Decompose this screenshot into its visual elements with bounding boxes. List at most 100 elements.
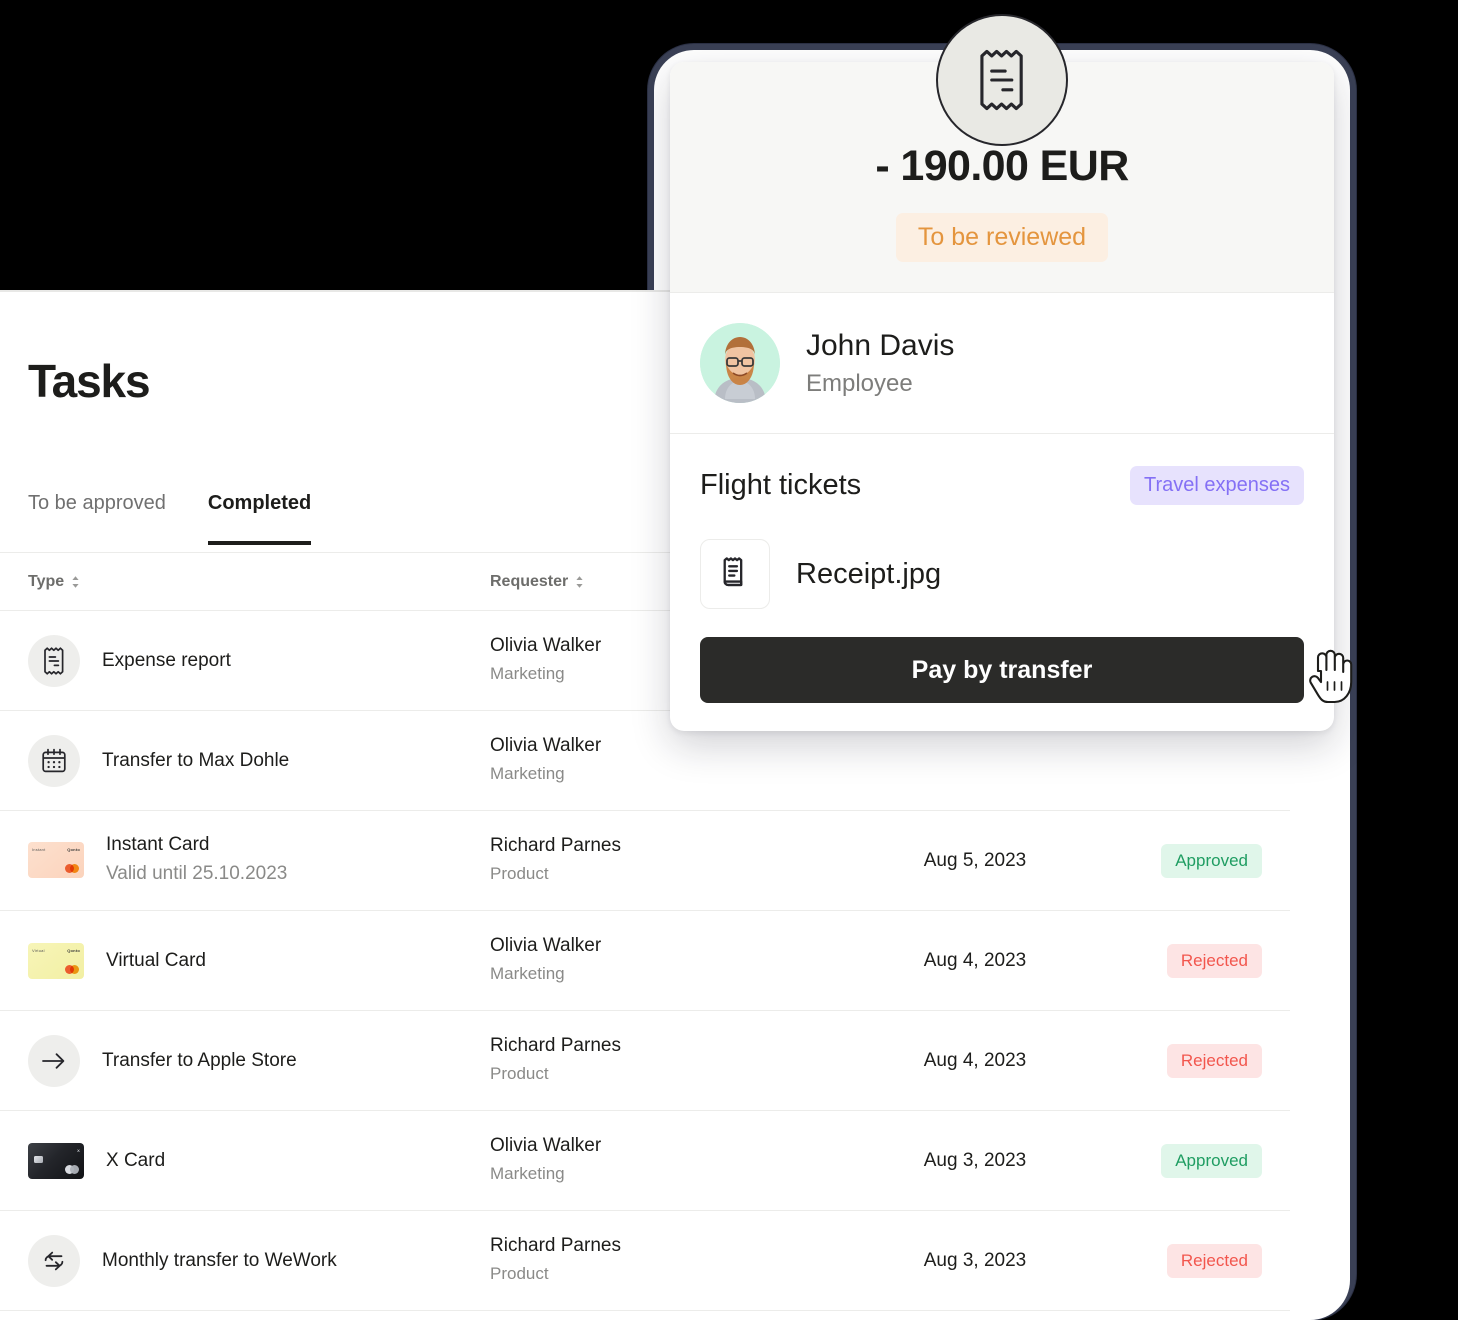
row-type-text: Expense report (102, 649, 231, 673)
row-type-cell: X X Card (28, 1142, 490, 1179)
table-row[interactable]: X X Card Olivia Walker Marketing Aug 3, … (0, 1111, 1290, 1211)
requester-info: John Davis Employee (806, 328, 954, 398)
document-icon (700, 539, 770, 609)
tabs-bar: To be approved Completed (28, 492, 312, 545)
row-date: Aug 4, 2023 (923, 949, 1027, 971)
row-requester-cell: Richard Parnes Product (490, 835, 830, 886)
receipt-icon (936, 14, 1068, 146)
row-type-title: Virtual Card (106, 949, 206, 971)
row-type-cell: Transfer to Apple Store (28, 1034, 490, 1087)
popup-body: Flight tickets Travel expenses Receipt.j… (670, 434, 1353, 731)
category-tag: Travel expenses (1130, 466, 1304, 505)
instant-card-thumbnail: Instant Qonto (28, 842, 84, 879)
column-header-requester-label: Requester (490, 572, 569, 590)
row-status-cell: Rejected (1120, 1243, 1262, 1278)
row-type-text: Transfer to Max Dohle (102, 749, 289, 773)
expense-title: Flight tickets (700, 469, 862, 501)
row-requester-team: Marketing (490, 1163, 565, 1183)
requester-name: John Davis (806, 329, 955, 362)
row-status-cell: Rejected (1120, 1043, 1262, 1078)
row-requester-name: Richard Parnes (490, 834, 621, 856)
expense-header: Flight tickets Travel expenses (700, 466, 1304, 505)
status-badge: Rejected (1166, 943, 1262, 978)
row-date: Aug 3, 2023 (923, 1149, 1027, 1171)
card-chip (34, 1155, 43, 1163)
card-brand-label: X (77, 1147, 80, 1153)
row-requester-team: Marketing (490, 963, 565, 983)
row-type-cell: Virtual Qonto Virtual Card (28, 942, 490, 979)
card-left-label: Virtual (32, 947, 45, 953)
popup-header: - 190.00 EUR To be reviewed (670, 14, 1334, 292)
expense-detail-popup: - 190.00 EUR To be reviewed John Davis E… (670, 14, 1353, 731)
requester-section: John Davis Employee (670, 292, 1334, 434)
status-badge: Approved (1161, 1143, 1262, 1178)
row-date: Aug 4, 2023 (923, 1049, 1027, 1071)
row-requester-name: Richard Parnes (490, 1234, 621, 1256)
tab-to-be-approved[interactable]: To be approved (28, 492, 166, 545)
column-header-type-label: Type (28, 572, 65, 590)
attachment-row[interactable]: Receipt.jpg (700, 539, 1304, 609)
receipt-icon (28, 634, 80, 687)
row-requester-cell: Olivia Walker Marketing (490, 1135, 830, 1186)
row-status-cell: Approved (1120, 1143, 1262, 1178)
attachment-name: Receipt.jpg (796, 557, 942, 590)
row-type-title: Transfer to Apple Store (102, 1049, 297, 1071)
row-requester-team: Product (490, 863, 549, 883)
sort-icon[interactable] (575, 575, 584, 589)
avatar (700, 323, 780, 403)
row-type-cell: Transfer to Max Dohle (28, 734, 490, 787)
sort-icon[interactable] (71, 575, 80, 589)
column-header-type[interactable]: Type (28, 573, 490, 591)
status-badge: Approved (1161, 843, 1262, 878)
row-type-cell: Expense report (28, 634, 490, 687)
row-requester-team: Product (490, 1263, 549, 1283)
page-title: Tasks (28, 355, 151, 407)
arrow-right-icon (28, 1034, 80, 1087)
row-type-subtitle: Valid until 25.10.2023 (106, 863, 288, 885)
row-date: Aug 3, 2023 (923, 1249, 1027, 1271)
pay-by-transfer-button[interactable]: Pay by transfer (700, 637, 1304, 703)
row-requester-cell: Richard Parnes Product (490, 1035, 830, 1086)
screenshot-root: Tasks To be approved Completed Type Requ… (0, 0, 1458, 1320)
row-type-cell: Instant Qonto Instant Card Valid until 2… (28, 833, 490, 887)
card-brand-label: Qonto (67, 947, 80, 953)
x-card-thumbnail: X (28, 1142, 84, 1179)
table-row[interactable]: Virtual Qonto Virtual Card Olivia Walker… (0, 911, 1290, 1011)
table-row[interactable]: Monthly transfer to WeWork Richard Parne… (0, 1211, 1290, 1311)
row-type-title: Transfer to Max Dohle (102, 749, 290, 771)
row-requester-name: Richard Parnes (490, 1034, 621, 1056)
row-requester-team: Marketing (490, 763, 565, 783)
row-requester-team: Product (490, 1063, 549, 1083)
row-requester-name: Olivia Walker (490, 1134, 602, 1156)
row-date: Aug 5, 2023 (923, 849, 1027, 871)
row-type-cell: Monthly transfer to WeWork (28, 1234, 490, 1287)
row-type-text: Monthly transfer to WeWork (102, 1249, 337, 1273)
row-requester-cell: Olivia Walker Marketing (490, 735, 830, 786)
row-status-cell: Rejected (1120, 943, 1262, 978)
row-type-title: Instant Card (106, 834, 210, 856)
status-badge: Rejected (1166, 1043, 1262, 1078)
table-row[interactable]: Instant Qonto Instant Card Valid until 2… (0, 811, 1290, 911)
row-requester-name: Olivia Walker (490, 734, 602, 756)
mastercard-logo (65, 864, 79, 874)
status-badge: To be reviewed (895, 213, 1109, 262)
table-row[interactable]: Transfer to Apple Store Richard Parnes P… (0, 1011, 1290, 1111)
row-requester-name: Olivia Walker (490, 934, 602, 956)
virtual-card-thumbnail: Virtual Qonto (28, 942, 84, 979)
row-type-text: Virtual Card (106, 949, 206, 973)
row-requester-cell: Olivia Walker Marketing (490, 935, 830, 986)
tab-completed[interactable]: Completed (207, 492, 312, 545)
row-type-title: Monthly transfer to WeWork (102, 1249, 337, 1271)
requester-role: Employee (806, 370, 913, 397)
row-status-cell: Approved (1120, 843, 1262, 878)
recurring-transfer-icon (28, 1234, 80, 1287)
mastercard-logo (65, 964, 79, 974)
row-requester-cell: Richard Parnes Product (490, 1235, 830, 1286)
row-type-title: X Card (106, 1149, 166, 1171)
row-type-text: Transfer to Apple Store (102, 1049, 297, 1073)
row-type-title: Expense report (102, 649, 231, 671)
row-type-text: Instant Card Valid until 25.10.2023 (106, 833, 287, 887)
calendar-icon (28, 734, 80, 787)
card-brand-label: Qonto (67, 847, 80, 853)
mastercard-logo (65, 1164, 79, 1174)
